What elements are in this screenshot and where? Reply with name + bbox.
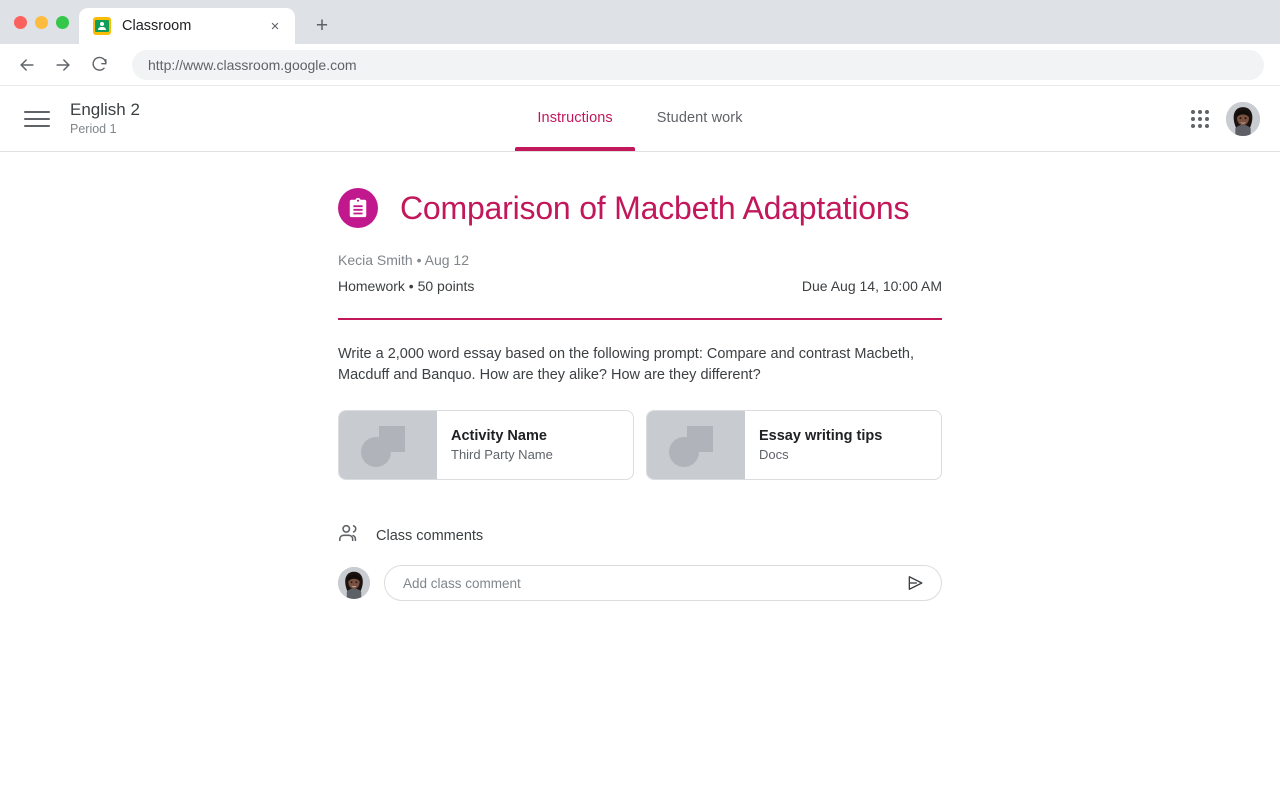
send-icon[interactable] [903,570,929,596]
assignment-content: Comparison of Macbeth Adaptations Kecia … [338,152,942,601]
assignment-description: Write a 2,000 word essay based on the fo… [338,346,915,383]
attachment-subtitle: Docs [759,447,789,462]
course-name: English 2 [70,100,140,119]
avatar[interactable] [1226,101,1260,136]
add-comment-placeholder: Add class comment [403,575,521,591]
assignment-due-date: Due Aug 14, 10:00 AM [801,278,942,294]
course-section: Period 1 [70,122,117,136]
course-header[interactable]: English 2 Period 1 [70,100,140,137]
classroom-favicon-icon [93,17,111,35]
close-icon[interactable]: × [265,16,285,36]
page-title: Comparison of Macbeth Adaptations [400,190,910,226]
forward-icon[interactable] [46,48,80,82]
attachment-card[interactable]: Activity Name Third Party Name [338,410,634,480]
address-bar[interactable]: http://www.classroom.google.com [132,49,1264,80]
address-bar-url: http://www.classroom.google.com [148,56,357,73]
add-comment-input[interactable]: Add class comment [384,565,942,601]
assignment-meta-row: Homework • 50 points Due Aug 14, 10:00 A… [338,276,942,296]
placeholder-thumbnail-icon [647,411,745,479]
placeholder-thumbnail-icon [339,411,437,479]
attachment-card[interactable]: Essay writing tips Docs [646,410,942,480]
apps-grid-icon[interactable] [1188,107,1212,131]
window-minimize-button[interactable] [35,15,48,29]
browser-toolbar: http://www.classroom.google.com [0,44,1280,86]
assignment-clipboard-icon [338,188,378,228]
app-bar-actions [1188,101,1260,136]
browser-tabstrip: Classroom × + [0,0,1280,44]
window-traffic-lights [10,0,79,44]
class-comments-label: Class comments [376,527,484,544]
add-comment-row: Add class comment [338,565,942,601]
hamburger-icon[interactable] [24,110,50,127]
section-divider [338,318,942,320]
app-bar: English 2 Period 1 Instructions Student … [0,86,1280,152]
app-tabs: Instructions Student work [0,85,1280,151]
attachment-subtitle: Third Party Name [451,447,553,462]
new-tab-button[interactable]: + [305,8,339,42]
assignment-type-points: Homework • 50 points [338,278,475,294]
people-icon [338,522,360,549]
tab-student-work[interactable]: Student work [635,85,765,151]
assignment-title-row: Comparison of Macbeth Adaptations [338,188,942,228]
window-close-button[interactable] [14,15,27,29]
attachment-title: Activity Name [451,428,547,444]
class-comments-header: Class comments [338,522,942,549]
attachment-list: Activity Name Third Party Name Essay wri… [338,410,942,480]
window-maximize-button[interactable] [56,15,69,29]
assignment-author: Kecia Smith • Aug 12 [338,252,469,268]
reload-icon[interactable] [82,48,116,82]
avatar[interactable] [338,567,370,599]
attachment-text: Essay writing tips Docs [745,411,941,479]
tab-instructions[interactable]: Instructions [515,85,636,151]
browser-chrome: Classroom × + http://www.classroom.googl… [0,0,1280,86]
browser-tab-title: Classroom [122,18,192,34]
browser-tab[interactable]: Classroom × [79,8,295,44]
back-icon[interactable] [10,48,44,82]
attachment-text: Activity Name Third Party Name [437,411,633,479]
assignment-page: Comparison of Macbeth Adaptations Kecia … [0,152,1280,800]
attachment-title: Essay writing tips [759,428,883,444]
